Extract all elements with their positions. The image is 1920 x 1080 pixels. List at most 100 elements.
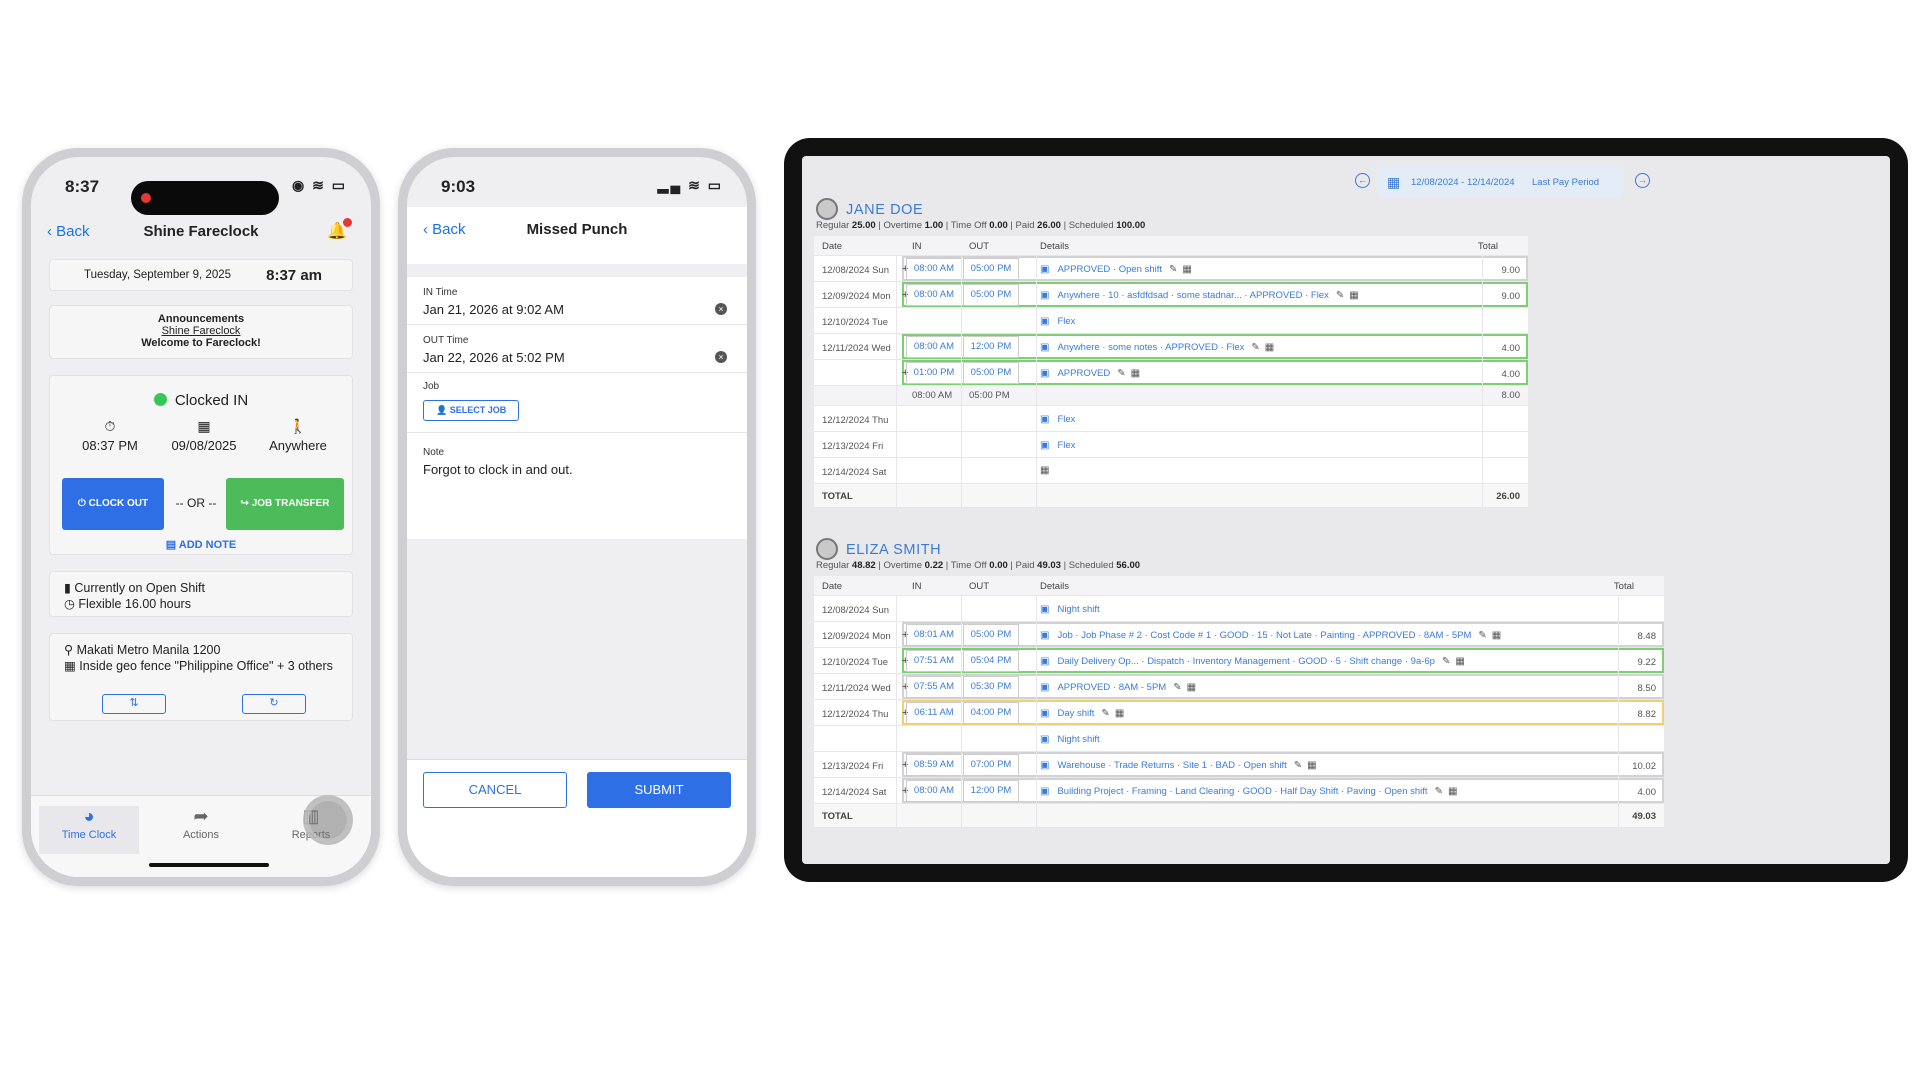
clock-in-time[interactable]: 08:00 AM [906,780,962,802]
previous-period-button[interactable]: ← [1355,173,1370,188]
clock-in-time[interactable]: 06:11 AM [906,702,962,724]
submit-button[interactable]: SUBMIT [587,772,731,808]
clock-in-time[interactable]: 08:00 AM [906,336,962,358]
edit-icon[interactable]: ✎ [1336,290,1344,301]
cancel-button[interactable]: CANCEL [423,772,567,808]
calendar-icon[interactable]: ▦ [1040,465,1049,476]
pay-period-selector[interactable]: ▦ 12/08/2024 - 12/14/2024 Last Pay Perio… [1377,166,1623,198]
clock-out-time[interactable]: 07:00 PM [963,754,1019,776]
details-text[interactable]: Day shift [1054,707,1097,720]
clock-in-time[interactable]: 08:00 AM [912,390,952,401]
clock-out-time[interactable]: 12:00 PM [963,780,1019,802]
clock-out-time[interactable]: 05:00 PM [969,390,1010,401]
calendar-icon[interactable]: ▦ [1307,760,1316,771]
add-note-button[interactable]: ▤ ADD NOTE [50,538,352,551]
details-text[interactable]: Warehouse · Trade Returns · Site 1 · BAD… [1054,759,1289,772]
row-total: 9.00 [1501,265,1521,276]
out-time-field[interactable]: OUT Time Jan 22, 2026 at 5:02 PM × [407,335,747,373]
clock-out-time[interactable]: 05:00 PM [963,362,1019,384]
details-text[interactable]: Anywhere · some notes · APPROVED · Flex [1054,341,1247,354]
column-divider [961,256,962,508]
edit-icon[interactable]: ✎ [1173,682,1181,693]
status-time: 8:37 [65,177,100,196]
period-label: Last Pay Period [1532,177,1600,188]
clock-out-time[interactable]: 05:00 PM [963,258,1019,280]
announcements-card: Announcements Shine Fareclock Welcome to… [49,305,353,359]
clock-out-time[interactable]: 05:00 PM [963,624,1019,646]
calendar-icon[interactable]: ▦ [1349,290,1358,301]
clock-in-time[interactable]: 08:00 AM [906,258,962,280]
calendar-icon[interactable]: ▦ [1265,342,1274,353]
column-divider [896,256,897,508]
tab-label: Time Clock [61,829,117,841]
calendar-icon[interactable]: ▦ [1455,656,1464,667]
clock-out-label: CLOCK OUT [88,498,149,509]
bell-icon[interactable]: 🔔 [327,218,352,241]
clock-in-time[interactable]: 08:00 AM [906,284,962,306]
select-job-button[interactable]: 👤 SELECT JOB [423,400,520,421]
clock-out-time[interactable]: 05:30 PM [963,676,1019,698]
details-text[interactable]: APPROVED · Open shift [1054,263,1165,276]
clock-out-time[interactable]: 05:04 PM [963,650,1019,672]
next-period-button[interactable]: → [1635,173,1650,188]
calendar-icon[interactable]: ▦ [1492,630,1501,641]
clock-in-time[interactable]: 07:55 AM [906,676,962,698]
details-text[interactable]: Daily Delivery Op... · Dispatch · Invent… [1054,655,1438,668]
edit-icon[interactable]: ✎ [1101,708,1109,719]
row-total: 4.00 [1501,343,1521,354]
details-text[interactable]: APPROVED [1054,367,1113,380]
status-dot-icon [153,393,167,406]
tab-actions[interactable]: ➦ Actions [151,806,251,841]
tab-time-clock[interactable]: ◕ Time Clock [39,806,139,854]
tag-icon: ▣ [1040,630,1050,641]
details-text[interactable]: Anywhere · 10 · asfdfdsad · some stadnar… [1054,289,1331,302]
details-text[interactable]: Night shift [1054,603,1102,616]
details-text[interactable]: Flex [1054,439,1078,452]
clock-out-button[interactable]: ⏻ CLOCK OUT [62,478,164,530]
edit-icon[interactable]: ✎ [1435,786,1443,797]
details-text[interactable]: Night shift [1054,733,1102,746]
clock-out-time[interactable]: 12:00 PM [963,336,1019,358]
edit-icon[interactable]: ✎ [1442,656,1450,667]
details-text[interactable]: Flex [1054,413,1078,426]
edit-icon[interactable]: ✎ [1251,342,1259,353]
employee-name[interactable]: ELIZA SMITH [816,538,941,560]
row-total: 8.50 [1637,683,1657,694]
clock-in-time[interactable]: 01:00 PM [906,362,962,384]
details-text[interactable]: Job · Job Phase # 2 · Cost Code # 1 · GO… [1054,629,1474,642]
tag-icon: ▣ [1040,786,1050,797]
employee-name[interactable]: JANE DOE [816,198,923,220]
calendar-icon[interactable]: ▦ [1182,264,1191,275]
calendar-icon[interactable]: ▦ [1187,682,1196,693]
edit-icon[interactable]: ✎ [1169,264,1177,275]
note-field[interactable]: Note Forgot to clock in and out. [423,447,731,477]
clock-out-time[interactable]: 05:00 PM [963,284,1019,306]
clock-status-label: Clocked IN [174,392,249,409]
edit-icon[interactable]: ✎ [1294,760,1302,771]
assistive-touch-button[interactable] [303,795,353,845]
calendar-icon[interactable]: ▦ [1448,786,1457,797]
announcements-company-link[interactable]: Shine Fareclock [50,325,352,337]
missed-punch-form: IN Time Jan 21, 2026 at 9:02 AM × OUT Ti… [407,277,747,539]
clock-in-time[interactable]: 07:51 AM [906,650,962,672]
calendar-icon[interactable]: ▦ [1131,368,1140,379]
row-details: ▣ APPROVED · Open shift ✎ ▦ [1040,263,1197,276]
row-details: ▣ Flex [1040,413,1082,426]
clock-in-time[interactable]: 08:59 AM [906,754,962,776]
map-pin-icon: ⚲ [64,643,74,657]
in-time-field[interactable]: IN Time Jan 21, 2026 at 9:02 AM × [407,287,747,325]
refresh-button[interactable]: ↻ [242,694,306,714]
clock-in-time[interactable]: 08:01 AM [906,624,962,646]
row-total: 8.48 [1637,631,1657,642]
edit-icon[interactable]: ✎ [1478,630,1486,641]
details-text[interactable]: APPROVED · 8AM - 5PM [1054,681,1169,694]
clear-icon[interactable]: × [715,303,727,315]
edit-icon[interactable]: ✎ [1117,368,1125,379]
calendar-icon[interactable]: ▦ [1115,708,1124,719]
details-text[interactable]: Building Project · Framing · Land Cleari… [1054,785,1430,798]
job-transfer-button[interactable]: ↪ JOB TRANSFER [226,478,344,530]
map-button[interactable]: ⇅ [102,694,166,714]
clock-out-time[interactable]: 04:00 PM [963,702,1019,724]
details-text[interactable]: Flex [1054,315,1078,328]
clear-icon[interactable]: × [715,351,727,363]
